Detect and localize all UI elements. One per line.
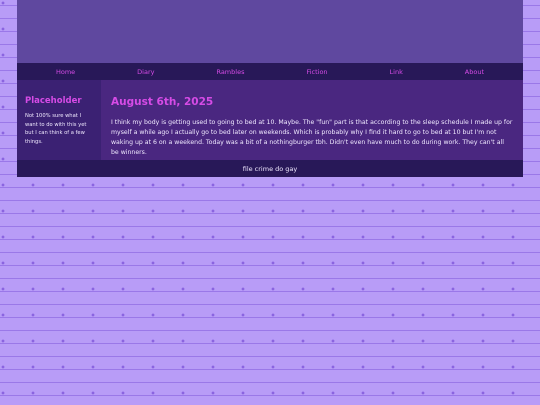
sidebar: Placeholder Not 100% sure what I want to… [17,80,101,160]
sidebar-text: Not 100% sure what I want to do with thi… [25,113,87,145]
footer-text: file crime do gay [242,164,298,173]
nav-rambles-link[interactable]: Rambles [216,68,244,76]
nav-link-link[interactable]: Link [390,68,403,76]
sidebar-title: Placeholder [25,96,82,106]
main-post: August 6th, 2025 I think my body is gett… [101,80,523,160]
footer: file crime do gay [17,160,523,177]
page-container: Home Diary Rambles Fiction Link About Pl… [17,0,523,177]
header-banner [17,0,523,63]
nav-diary-link[interactable]: Diary [137,68,154,76]
nav-about-link[interactable]: About [465,68,484,76]
post-body: I think my body is getting used to going… [111,119,513,156]
main-nav: Home Diary Rambles Fiction Link About [17,63,523,80]
post-title: August 6th, 2025 [111,96,214,108]
nav-fiction-link[interactable]: Fiction [306,68,327,76]
nav-home-link[interactable]: Home [56,68,75,76]
content-area: Placeholder Not 100% sure what I want to… [17,80,523,160]
